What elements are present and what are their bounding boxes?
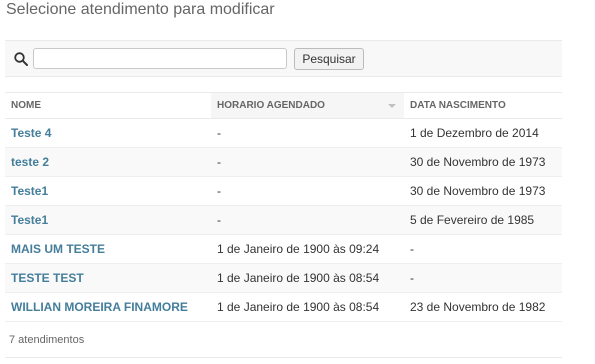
cell-horario: 1 de Janeiro de 1900 às 09:24 [211, 234, 404, 264]
cell-horario: 1 de Janeiro de 1900 às 08:54 [211, 263, 404, 293]
changelist-page: Selecione atendimento para modificar Pes… [0, 0, 595, 364]
table-row: Teste1 - 30 de Novembro de 1973 [5, 176, 562, 206]
table-header-row: NOME HORARIO AGENDADO DATA NASCIMENTO [5, 92, 562, 119]
results-table: NOME HORARIO AGENDADO DATA NASCIMENTO Te… [5, 92, 562, 322]
column-header-horario-agendado[interactable]: HORARIO AGENDADO [211, 92, 404, 119]
search-button[interactable]: Pesquisar [294, 48, 364, 70]
cell-horario: - [211, 205, 404, 235]
record-link[interactable]: WILLIAN MOREIRA FINAMORE [11, 300, 188, 314]
divider [5, 357, 562, 358]
cell-nascimento: 1 de Dezembro de 2014 [404, 118, 562, 148]
cell-horario: - [211, 147, 404, 177]
column-header-label: HORARIO AGENDADO [217, 100, 325, 111]
record-link[interactable]: MAIS UM TESTE [11, 242, 105, 256]
table-row: teste 2 - 30 de Novembro de 1973 [5, 147, 562, 177]
cell-horario: - [211, 118, 404, 148]
record-link[interactable]: Teste 4 [11, 126, 51, 140]
cell-nascimento: 30 de Novembro de 1973 [404, 176, 562, 206]
table-row: TESTE TEST 1 de Janeiro de 1900 às 08:54… [5, 263, 562, 293]
cell-nascimento: 30 de Novembro de 1973 [404, 147, 562, 177]
cell-horario: 1 de Janeiro de 1900 às 08:54 [211, 292, 404, 322]
result-count: 7 atendimentos [9, 334, 85, 346]
cell-nascimento: - [404, 234, 562, 264]
search-toolbar: Pesquisar [5, 40, 562, 77]
record-link[interactable]: Teste1 [11, 184, 48, 198]
record-link[interactable]: TESTE TEST [11, 271, 84, 285]
search-icon [14, 52, 28, 66]
record-link[interactable]: teste 2 [11, 155, 49, 169]
column-header-data-nascimento[interactable]: DATA NASCIMENTO [404, 92, 562, 119]
cell-nascimento: 23 de Novembro de 1982 [404, 292, 562, 322]
sort-desc-icon[interactable] [388, 104, 396, 108]
page-title: Selecione atendimento para modificar [6, 1, 275, 18]
search-input[interactable] [33, 48, 287, 69]
table-row: Teste 4 - 1 de Dezembro de 2014 [5, 118, 562, 148]
cell-nascimento: - [404, 263, 562, 293]
cell-nascimento: 5 de Fevereiro de 1985 [404, 205, 562, 235]
table-row: MAIS UM TESTE 1 de Janeiro de 1900 às 09… [5, 234, 562, 264]
table-row: WILLIAN MOREIRA FINAMORE 1 de Janeiro de… [5, 292, 562, 322]
cell-horario: - [211, 176, 404, 206]
column-header-nome[interactable]: NOME [5, 92, 211, 119]
record-link[interactable]: Teste1 [11, 213, 48, 227]
table-row: Teste1 - 5 de Fevereiro de 1985 [5, 205, 562, 235]
